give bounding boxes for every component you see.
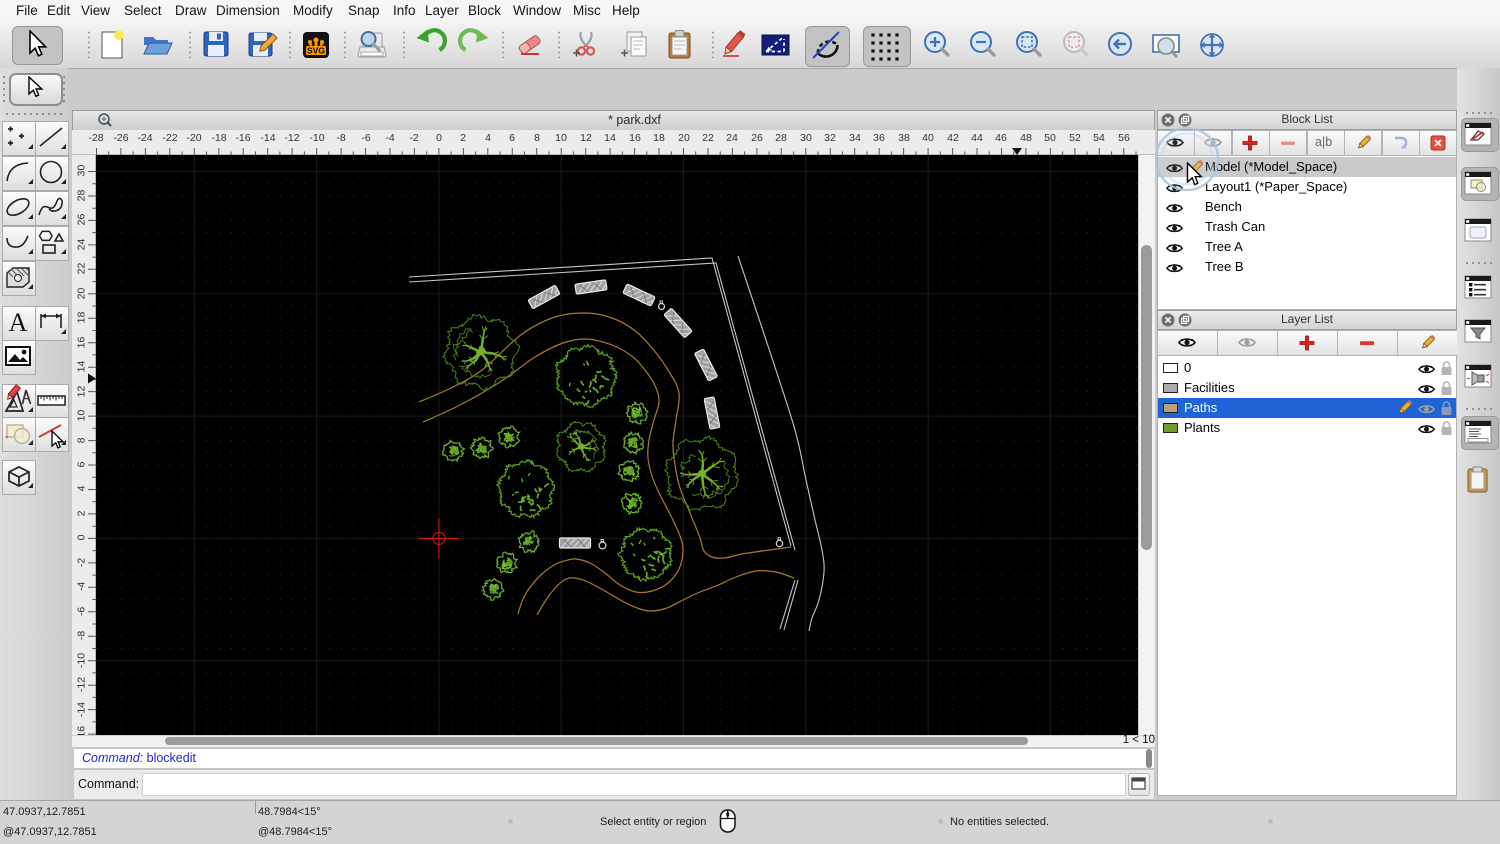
svg-text:A: A [9, 308, 28, 337]
svg-text:SVG: SVG [307, 46, 325, 56]
